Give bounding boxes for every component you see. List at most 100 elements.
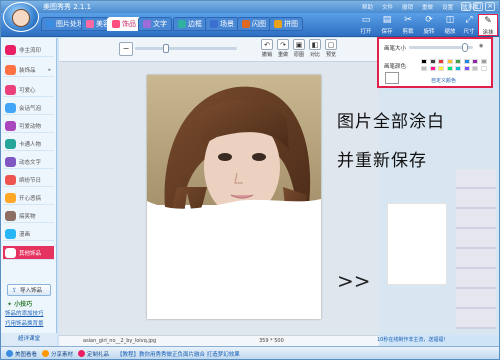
custom-color-link[interactable]: 自定义颜色 xyxy=(431,77,456,84)
original-button[interactable]: ▣ 原图 xyxy=(291,39,307,60)
close-button[interactable]: × xyxy=(485,2,495,11)
color-swatch[interactable] xyxy=(446,66,453,71)
menu-settings[interactable]: 设置 xyxy=(442,3,453,11)
compare-button[interactable]: ◧ 对比 xyxy=(307,39,323,60)
color-swatch[interactable] xyxy=(429,66,436,71)
brush-size-thumb[interactable] xyxy=(462,43,469,52)
menu-redo[interactable]: 重做 xyxy=(422,3,433,11)
color-swatch[interactable] xyxy=(480,59,487,64)
compare-icon: ◧ xyxy=(309,39,321,50)
open-button[interactable]: ▭ 打开 xyxy=(356,14,376,36)
minimize-button[interactable]: _ xyxy=(461,2,471,11)
annotation-arrow: >> xyxy=(337,269,371,293)
rotate-icon: ⟳ xyxy=(425,15,433,25)
bottom-item[interactable]: 美图看看 xyxy=(6,350,37,358)
category-icon xyxy=(5,138,16,149)
color-swatch[interactable] xyxy=(455,66,461,71)
color-swatch[interactable] xyxy=(438,59,444,64)
color-swatch[interactable] xyxy=(429,59,436,64)
tab-text[interactable]: 文字 xyxy=(138,17,172,31)
category-item[interactable]: 缤纷节日 xyxy=(3,173,54,187)
category-icon xyxy=(5,84,16,95)
category-item[interactable]: 可爱心 xyxy=(3,83,54,97)
undo-button[interactable]: ↶ 撤销 xyxy=(259,39,275,60)
current-color-swatch[interactable] xyxy=(385,72,399,84)
tip-link[interactable]: 饰品的添加技巧 xyxy=(5,309,44,317)
brush-size-slider[interactable] xyxy=(409,43,473,52)
tab-flash[interactable]: 闪图 xyxy=(237,17,271,31)
category-item[interactable]: 开心恶搞 xyxy=(3,191,54,205)
chevron-right-icon: ▸ xyxy=(48,66,51,73)
color-swatch[interactable] xyxy=(446,59,453,64)
category-item[interactable]: 装饰品 ▸ xyxy=(3,63,54,77)
category-item[interactable]: 可爱动物 xyxy=(3,119,54,133)
zoom-out-button[interactable]: − xyxy=(119,42,133,56)
crop-button[interactable]: ✂ 剪裁 xyxy=(398,14,418,36)
tab-accessories[interactable]: 饰品 xyxy=(107,17,141,31)
white-preview-tile xyxy=(387,203,447,285)
import-accessory-button[interactable]: ⇪ 导入饰品 xyxy=(7,284,51,296)
viewer-icon xyxy=(6,350,13,357)
bottom-item[interactable]: 定制礼品 xyxy=(78,350,109,358)
rotate-button[interactable]: ⟳ 旋转 xyxy=(419,14,439,36)
save-button[interactable]: ▤ 保存 xyxy=(377,14,397,36)
title-bar: 美图秀秀 2.1.1 帮助 文件 撤销 重做 设置 联系我 _ □ × xyxy=(1,1,499,13)
color-swatch[interactable] xyxy=(472,66,478,71)
tutorial-tip-link[interactable]: 【教程】教你用秀秀做正负面片融合 打造梦幻效果 xyxy=(117,350,240,358)
portrait-image xyxy=(147,75,321,319)
category-icon xyxy=(5,228,16,239)
color-palette xyxy=(421,59,491,73)
category-item[interactable]: 卡通人物 xyxy=(3,137,54,151)
scissors-icon: ✂ xyxy=(404,15,412,25)
accessory-thumbnails[interactable] xyxy=(456,169,496,329)
category-icon xyxy=(5,210,16,221)
app-title: 美图秀秀 2.1.1 xyxy=(43,3,92,11)
tab-puzzle[interactable]: 拼图 xyxy=(269,17,303,31)
category-item[interactable]: 动态文字 xyxy=(3,155,54,169)
color-swatch[interactable] xyxy=(438,66,444,71)
maximize-button[interactable]: □ xyxy=(473,2,483,11)
color-swatch[interactable] xyxy=(480,66,487,71)
paint-button[interactable]: ✎ 涂抹 xyxy=(478,14,498,36)
gift-icon xyxy=(78,350,86,357)
tutorial-link[interactable]: 超详课堂 xyxy=(1,333,57,346)
category-item[interactable]: 漫画 xyxy=(3,227,54,241)
category-item[interactable]: 搞笑物 xyxy=(3,209,54,223)
zoom-slider-thumb[interactable] xyxy=(163,44,169,53)
photo-canvas[interactable] xyxy=(147,75,321,319)
category-icon xyxy=(5,120,16,131)
preview-button[interactable]: ▢ 预览 xyxy=(323,39,339,60)
tab-frame[interactable]: 边框 xyxy=(173,17,207,31)
heart-icon xyxy=(86,20,94,28)
category-item-selected[interactable]: 其他饰品 xyxy=(3,246,54,260)
color-swatch[interactable] xyxy=(463,66,470,71)
promo-link[interactable]: 10秒在线制作非主流，送福福! xyxy=(377,335,499,346)
color-swatch[interactable] xyxy=(463,59,470,64)
image-dimensions: 359 * 500 xyxy=(259,338,284,344)
category-icon xyxy=(5,174,16,185)
color-swatch[interactable] xyxy=(472,59,478,64)
color-swatch[interactable] xyxy=(421,59,427,64)
menu-help[interactable]: 帮助 xyxy=(362,3,373,11)
color-swatch[interactable] xyxy=(455,59,461,64)
zoom-out-icon: − xyxy=(122,44,130,53)
resize-button[interactable]: ⤢ 尺寸 xyxy=(459,14,479,36)
menu-undo[interactable]: 撤销 xyxy=(402,3,413,11)
zoom-button[interactable]: ◫ 缩放 xyxy=(440,14,460,36)
tip-link[interactable]: 巧用饰品换背景 xyxy=(5,319,44,327)
color-swatch[interactable] xyxy=(421,66,427,71)
annotation-line-2: 并重新保存 xyxy=(337,151,427,171)
resize-icon: ⤢ xyxy=(465,15,473,25)
tab-scene[interactable]: 场景 xyxy=(205,17,239,31)
file-name: asian_girl_no__2_by_loivq.jpg xyxy=(83,338,157,344)
category-item[interactable]: 会话气泡 xyxy=(3,101,54,115)
menu-file[interactable]: 文件 xyxy=(382,3,393,11)
puzzle-icon xyxy=(274,20,282,28)
category-item[interactable]: 非主流印 xyxy=(3,43,54,57)
bottom-item[interactable]: 分享素材 xyxy=(42,350,73,358)
zoom-slider[interactable] xyxy=(135,44,237,53)
redo-button[interactable]: ↷ 重做 xyxy=(275,39,291,60)
import-icon: ⇪ xyxy=(12,286,18,294)
frame-icon xyxy=(178,20,186,28)
save-icon: ▤ xyxy=(382,15,392,25)
